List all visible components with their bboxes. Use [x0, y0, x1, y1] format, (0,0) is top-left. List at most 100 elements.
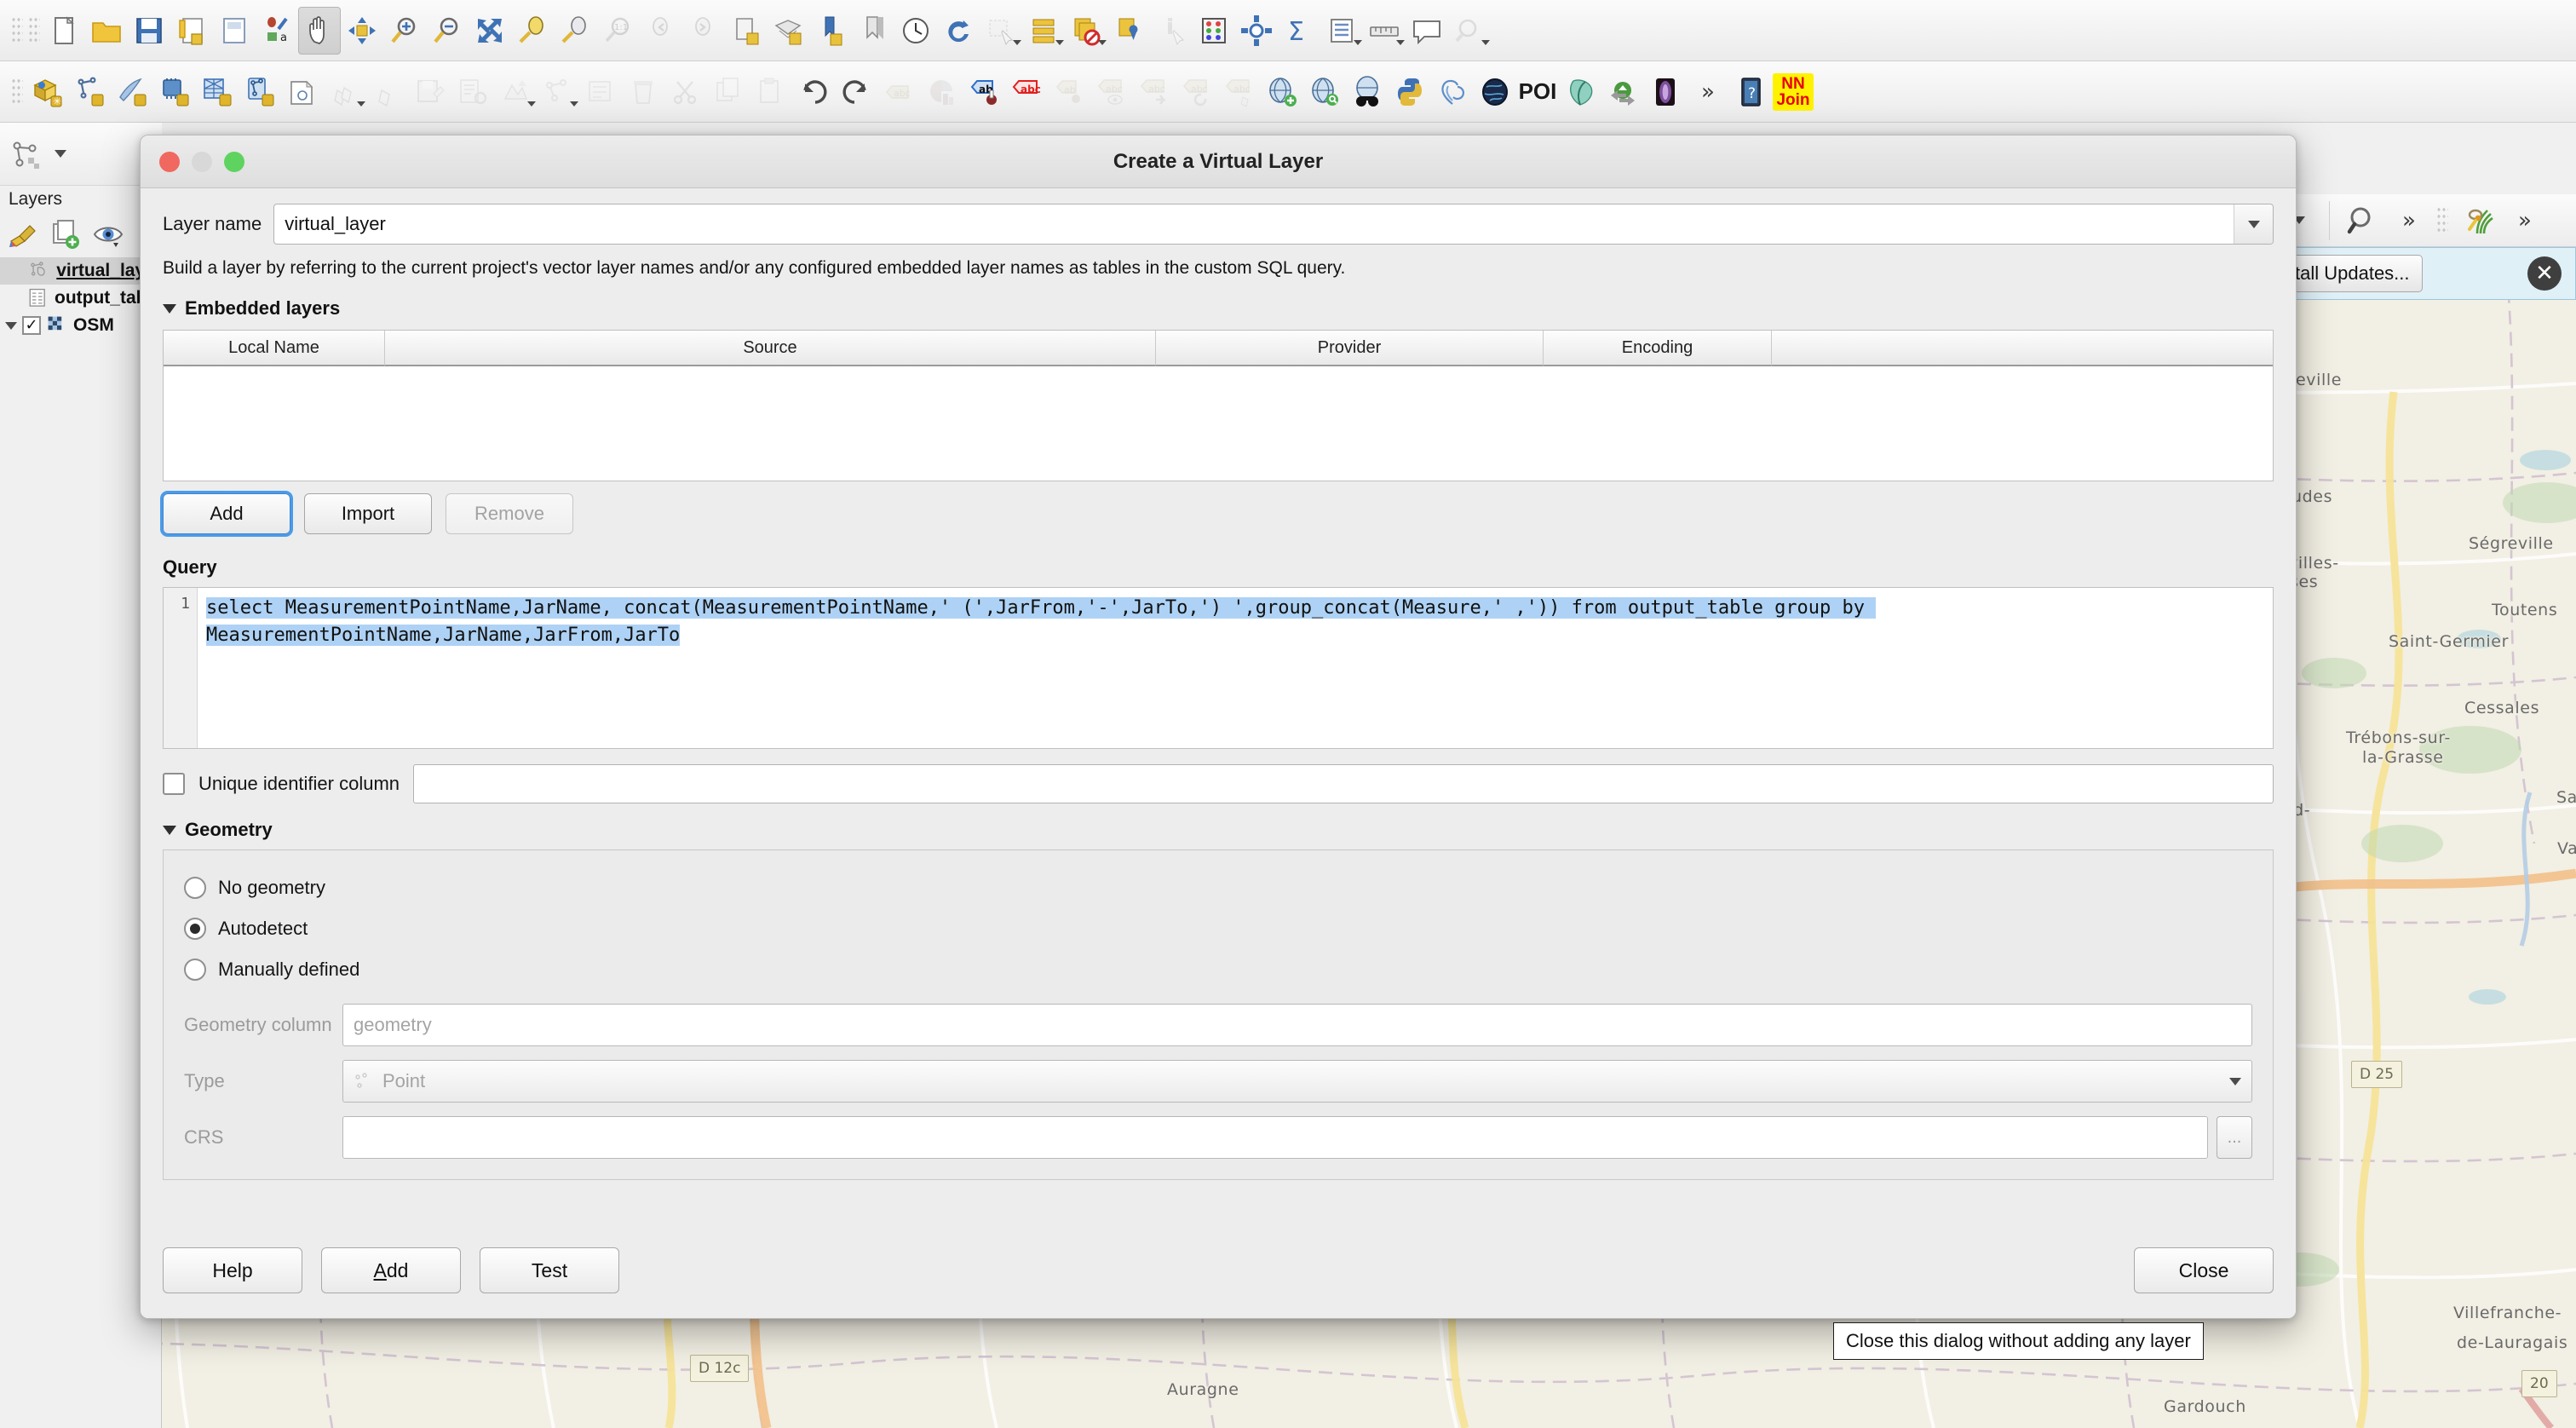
zoom-to-layer-icon[interactable] — [554, 7, 596, 55]
select-by-location-icon[interactable] — [1107, 7, 1150, 55]
diagram-icon[interactable] — [920, 68, 963, 116]
field-calculator-icon[interactable] — [1235, 7, 1278, 55]
overflow-chevron-icon[interactable]: » — [1687, 68, 1729, 116]
test-button[interactable]: Test — [480, 1247, 619, 1293]
save-project-as-icon[interactable] — [170, 7, 213, 55]
measure-line-icon[interactable] — [1363, 7, 1406, 55]
radio-no-geometry-control[interactable] — [184, 877, 206, 899]
radio-manually-defined-control[interactable] — [184, 959, 206, 981]
rotate-label-icon[interactable]: abc — [1176, 68, 1218, 116]
close-button[interactable]: Close — [2134, 1247, 2274, 1293]
help-icon[interactable]: ? — [1729, 68, 1772, 116]
add-group-icon[interactable] — [46, 216, 85, 252]
style-manager-icon[interactable]: a — [256, 7, 298, 55]
change-label-icon[interactable]: abc — [1218, 68, 1261, 116]
unique-identifier-checkbox[interactable] — [163, 773, 185, 795]
layer-row[interactable]: virtual_layer — [0, 257, 162, 285]
search-icon[interactable] — [2342, 197, 2384, 245]
pin-labels-icon[interactable]: ab — [1048, 68, 1090, 116]
query-editor[interactable]: 1 select MeasurementPointName,JarName, c… — [163, 587, 2274, 749]
save-layer-edits-icon[interactable] — [409, 68, 451, 116]
identify-bookmark-icon[interactable] — [809, 7, 852, 55]
layers-panel-dropdown-icon[interactable] — [43, 130, 78, 178]
main-toolbar-row-2[interactable]: ✳ abc ab abc ab abc abc abc abc POI »? NN Join — [0, 61, 2576, 123]
dialog-titlebar[interactable]: Create a Virtual Layer — [141, 135, 2296, 188]
layers-panel-tools[interactable] — [3, 216, 128, 252]
new-gpx-layer-icon[interactable] — [239, 68, 281, 116]
zoom-next-icon[interactable] — [681, 7, 724, 55]
layers-tree[interactable]: virtual_layer output_table ✓ OSM — [0, 257, 162, 339]
paste-features-icon[interactable] — [750, 68, 792, 116]
close-icon[interactable]: ✕ — [2527, 256, 2562, 291]
layer-labeling-icon[interactable]: ab — [963, 68, 1005, 116]
select-features-icon[interactable] — [980, 7, 1022, 55]
collapse-triangle-icon[interactable] — [163, 303, 176, 314]
python-console-icon[interactable] — [1389, 68, 1431, 116]
sum-icon[interactable]: Σ — [1278, 7, 1320, 55]
copy-features-icon[interactable] — [707, 68, 750, 116]
collapse-triangle-icon[interactable] — [163, 825, 176, 835]
qfield-sync-icon[interactable] — [1559, 68, 1601, 116]
map-tips-icon[interactable] — [1406, 7, 1448, 55]
layer-properties-icon[interactable] — [451, 68, 494, 116]
layer-row[interactable]: output_table — [0, 285, 162, 312]
new-print-layout-icon[interactable] — [213, 7, 256, 55]
add-feature-icon[interactable] — [494, 68, 537, 116]
add-embedded-layer-button[interactable]: Add — [163, 493, 290, 534]
layer-name-input[interactable] — [274, 204, 2273, 244]
openstreetmap-icon[interactable] — [1346, 68, 1389, 116]
layer-visibility-checkbox[interactable]: ✓ — [22, 316, 41, 335]
data-source-manager-icon[interactable] — [1320, 7, 1363, 55]
footer-left-buttons[interactable]: Help Add Test — [163, 1247, 619, 1293]
add-vector-layer-icon[interactable] — [7, 130, 43, 178]
radio-autodetect[interactable]: Autodetect — [184, 908, 2252, 949]
right-toolbar-strip[interactable]: » » — [2273, 194, 2576, 247]
column-header-provider[interactable]: Provider — [1156, 331, 1544, 366]
new-mesh-layer-icon[interactable] — [196, 68, 239, 116]
quickmapservices-icon[interactable] — [1474, 68, 1516, 116]
unique-identifier-input[interactable] — [413, 764, 2274, 803]
filter-legend-icon[interactable] — [3, 216, 43, 252]
delete-selected-icon[interactable] — [622, 68, 664, 116]
zoom-out-icon[interactable] — [426, 7, 469, 55]
embedded-layers-table-body[interactable] — [164, 366, 2273, 481]
pan-map-tool-icon[interactable] — [298, 6, 341, 55]
toolbar-grip[interactable] — [28, 15, 40, 45]
save-project-icon[interactable] — [128, 7, 170, 55]
add-wms-layer-icon[interactable] — [1261, 68, 1303, 116]
edit-current-icon[interactable] — [366, 68, 409, 116]
toolbar-grip[interactable] — [11, 77, 23, 107]
radio-autodetect-control[interactable] — [184, 918, 206, 940]
new-3d-map-view-icon[interactable] — [767, 7, 809, 55]
embedded-layers-section-header[interactable]: Embedded layers — [163, 297, 2274, 320]
column-header-local-name[interactable]: Local Name — [164, 331, 385, 366]
expander-icon[interactable] — [5, 295, 9, 302]
radio-no-geometry[interactable]: No geometry — [184, 867, 2252, 908]
show-bookmarks-icon[interactable] — [852, 7, 894, 55]
toggle-editing-icon[interactable] — [324, 68, 366, 116]
chevron-down-icon[interactable] — [2234, 204, 2273, 244]
new-project-icon[interactable] — [43, 7, 85, 55]
identify-features-icon[interactable] — [1150, 7, 1193, 55]
zoom-in-icon[interactable] — [383, 7, 426, 55]
grass-icon[interactable] — [2458, 197, 2500, 245]
nnjoin-plugin-icon[interactable]: NN Join — [1772, 68, 1814, 116]
qgis2web-icon[interactable] — [1431, 68, 1474, 116]
cut-features-icon[interactable] — [664, 68, 707, 116]
vertex-tool-icon[interactable] — [537, 68, 579, 116]
layer-name-combo[interactable] — [273, 204, 2274, 245]
embedded-layers-table[interactable]: Local Name Source Provider Encoding — [163, 330, 2274, 481]
modify-attributes-icon[interactable] — [579, 68, 622, 116]
main-toolbar-row-1[interactable]: a 1:1 Σ — [0, 0, 2576, 61]
overflow-icon[interactable]: » — [2391, 197, 2427, 245]
help-button[interactable]: Help — [163, 1247, 302, 1293]
open-project-icon[interactable] — [85, 7, 128, 55]
deselect-features-icon[interactable] — [1065, 7, 1107, 55]
layer-diagram-icon[interactable]: abc — [1005, 68, 1048, 116]
footer-right-buttons[interactable]: Close — [2134, 1247, 2274, 1293]
new-virtual-layer-icon[interactable] — [153, 68, 196, 116]
redo-icon[interactable] — [835, 68, 877, 116]
geometry-section-header[interactable]: Geometry — [163, 819, 2274, 841]
move-label-icon[interactable]: abc — [1133, 68, 1176, 116]
statistical-summary-icon[interactable] — [1193, 7, 1235, 55]
